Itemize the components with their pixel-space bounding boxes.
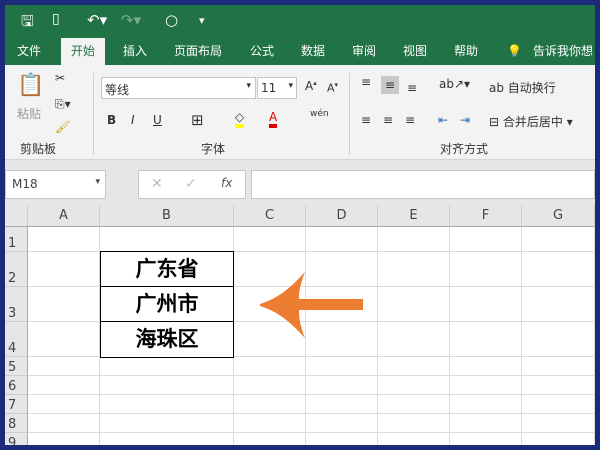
- tab-view[interactable]: 视图: [403, 38, 427, 65]
- row-header[interactable]: 2: [5, 252, 28, 287]
- worksheet-grid: A B C D E F G 1 2 3 4 5 6 7 8 9 广东省 广州市 海珠区: [5, 205, 595, 445]
- tab-formulas[interactable]: 公式: [250, 38, 274, 65]
- clipboard-group-label: 剪贴板: [20, 142, 57, 156]
- grid-line: [28, 375, 595, 376]
- lightbulb-icon: 💡: [507, 44, 522, 58]
- format-painter-icon[interactable]: 🖌: [55, 120, 70, 134]
- row-header[interactable]: 8: [5, 414, 28, 433]
- cancel-icon[interactable]: ✕: [151, 176, 163, 192]
- increase-indent-icon[interactable]: ⇥: [460, 113, 470, 127]
- grid-line: [28, 432, 595, 433]
- row-header[interactable]: 6: [5, 376, 28, 395]
- column-header[interactable]: B: [100, 205, 234, 227]
- bold-button[interactable]: B: [107, 113, 116, 127]
- ribbon: 📋 粘贴 ✂ ⎘▾ 🖌 剪贴板 等线 ▾ 11 ▾ A▴ A▾ B I U ⊞ ◇ …: [5, 65, 595, 160]
- underline-button[interactable]: U: [153, 113, 162, 127]
- redo-icon[interactable]: ↷▾: [121, 11, 141, 29]
- tab-insert[interactable]: 插入: [123, 38, 147, 65]
- align-center-icon[interactable]: ≡: [383, 113, 393, 127]
- cell-B3[interactable]: 广州市: [100, 286, 234, 323]
- tell-me-box[interactable]: 告诉我你想: [533, 38, 593, 65]
- column-header[interactable]: F: [450, 205, 522, 227]
- tab-review[interactable]: 审阅: [352, 38, 376, 65]
- formula-bar: M18 ▾ ✕ ✓ fx: [5, 160, 595, 205]
- arrow-annotation: [260, 272, 363, 338]
- wrap-text-button[interactable]: ab 自动换行: [489, 79, 556, 96]
- borders-icon[interactable]: ⊞: [191, 111, 204, 129]
- merge-center-button[interactable]: ⊟ 合并后居中 ▾: [489, 113, 573, 130]
- row-header[interactable]: 4: [5, 322, 28, 357]
- save-icon[interactable]: 🖫: [21, 11, 34, 36]
- increase-font-icon[interactable]: A▴: [305, 79, 317, 93]
- font-group-label: 字体: [201, 142, 226, 156]
- align-right-icon[interactable]: ≡: [405, 113, 415, 127]
- cell-B4[interactable]: 海珠区: [100, 321, 234, 358]
- ribbon-tabs: 文件 开始 插入 页面布局 公式 数据 审阅 视图 帮助 💡 告诉我你想: [5, 38, 595, 65]
- cell-B2[interactable]: 广东省: [100, 251, 234, 288]
- row-header[interactable]: 3: [5, 287, 28, 322]
- copy-icon[interactable]: ⎘▾: [55, 97, 71, 112]
- row-header[interactable]: 9: [5, 433, 28, 445]
- select-all-button[interactable]: [5, 205, 28, 227]
- column-header[interactable]: G: [522, 205, 595, 227]
- fill-color-icon[interactable]: ◇: [235, 110, 245, 128]
- cut-icon[interactable]: ✂: [55, 71, 65, 85]
- enter-icon[interactable]: ✓: [185, 176, 197, 192]
- tab-page-layout[interactable]: 页面布局: [174, 38, 222, 65]
- row-header[interactable]: 7: [5, 395, 28, 414]
- orientation-icon[interactable]: ab↗▾: [439, 77, 470, 91]
- paste-icon[interactable]: 📋: [17, 73, 44, 98]
- tab-file[interactable]: 文件: [17, 38, 41, 65]
- align-bottom-icon[interactable]: ≡: [407, 81, 417, 95]
- quick-access-toolbar: 🖫 ▯ ↶▾ ↷▾ ○ ▾: [5, 5, 595, 38]
- tab-home[interactable]: 开始: [61, 38, 106, 65]
- formula-buttons: ✕ ✓ fx: [138, 170, 246, 199]
- circle-icon[interactable]: ○: [165, 11, 178, 29]
- paste-label[interactable]: 粘贴: [17, 105, 41, 122]
- font-size-select[interactable]: 11 ▾: [257, 77, 297, 99]
- grid-line: [28, 394, 595, 395]
- insert-function-button[interactable]: fx: [221, 176, 232, 190]
- font-color-button[interactable]: A: [269, 110, 278, 128]
- formula-input[interactable]: [251, 170, 595, 199]
- row-header[interactable]: 5: [5, 357, 28, 376]
- alignment-group-label: 对齐方式: [440, 142, 489, 156]
- decrease-font-icon[interactable]: A▾: [327, 81, 338, 95]
- undo-icon[interactable]: ↶▾: [87, 11, 107, 29]
- align-top-icon[interactable]: ≡: [361, 75, 371, 89]
- decrease-indent-icon[interactable]: ⇤: [438, 113, 448, 127]
- align-left-icon[interactable]: ≡: [361, 113, 371, 127]
- left-arrow-icon: [260, 272, 363, 338]
- tab-help[interactable]: 帮助: [454, 38, 478, 65]
- row-header[interactable]: 1: [5, 227, 28, 252]
- excel-window: 🖫 ▯ ↶▾ ↷▾ ○ ▾ 文件 开始 插入 页面布局 公式 数据 审阅 视图 …: [5, 5, 595, 445]
- italic-button[interactable]: I: [131, 113, 135, 127]
- column-header[interactable]: A: [28, 205, 100, 227]
- new-file-icon[interactable]: ▯: [52, 11, 60, 27]
- phonetic-button[interactable]: wén: [310, 109, 329, 119]
- customize-icon[interactable]: ▾: [199, 14, 205, 27]
- column-header[interactable]: D: [306, 205, 378, 227]
- column-header[interactable]: E: [378, 205, 450, 227]
- name-box[interactable]: M18 ▾: [5, 170, 106, 199]
- column-header[interactable]: C: [234, 205, 306, 227]
- align-middle-icon[interactable]: ≡: [381, 76, 400, 94]
- font-name-select[interactable]: 等线 ▾: [101, 77, 256, 99]
- tab-data[interactable]: 数据: [301, 38, 325, 65]
- grid-line: [28, 413, 595, 414]
